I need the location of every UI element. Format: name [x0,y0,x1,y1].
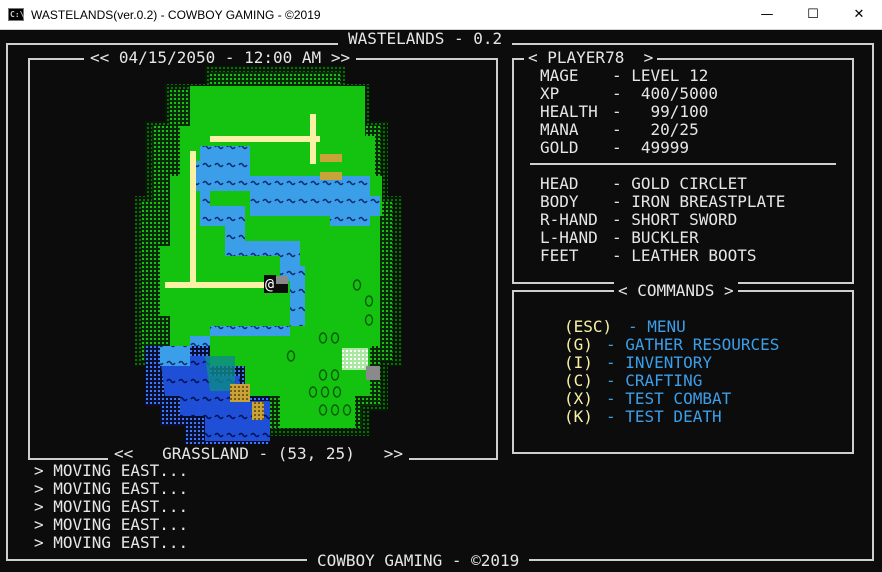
log-line: > MOVING EAST... [34,461,189,480]
equip-slot: L-HAND [540,228,598,247]
minimize-button[interactable]: — [744,0,790,30]
divider [530,163,836,165]
log-line: > MOVING EAST... [34,515,189,534]
equip-item: - SHORT SWORD [612,210,738,229]
stat-label: MAGE [540,66,579,85]
command-label: - GATHER RESOURCES [606,335,780,354]
player-header: < PLAYER78 > [524,49,658,67]
close-button[interactable]: ✕ [836,0,882,30]
commands-header: < COMMANDS > [614,282,738,300]
world-map[interactable]: @ [130,66,420,444]
command-label: - TEST DEATH [606,407,722,426]
log-line: > MOVING EAST... [34,533,189,552]
stat-label: XP [540,84,560,103]
command-key: (C) [564,371,593,390]
equip-item: - GOLD CIRCLET [612,174,747,193]
equip-item: - LEATHER BOOTS [612,246,757,265]
equip-slot: HEAD [540,174,579,193]
command-label: - MENU [628,317,686,336]
equip-slot: BODY [540,192,579,211]
equip-item: - BUCKLER [612,228,699,247]
footer-credit: COWBOY GAMING - ©2019 [307,552,530,570]
console-icon: C:\ [8,8,25,21]
stat-value: - 49999 [612,138,690,157]
command-key: (G) [564,335,593,354]
stat-value: - 99/100 [612,102,709,121]
stat-value: - LEVEL 12 [612,66,709,85]
command-key: (K) [564,407,593,426]
command-key: (ESC) [564,317,613,336]
game-title: WASTELANDS - 0.2 [338,30,513,48]
log-line: > MOVING EAST... [34,479,189,498]
stat-value: - 20/25 [612,120,699,139]
console-window[interactable]: WASTELANDS - 0.2 COWBOY GAMING - ©2019 <… [0,30,882,572]
stat-label: GOLD [540,138,579,157]
window-title: WASTELANDS(ver.0.2) - COWBOY GAMING - ©2… [31,8,321,22]
stat-label: MANA [540,120,579,139]
command-label: - TEST COMBAT [606,389,732,408]
maximize-button[interactable]: ☐ [790,0,836,30]
equip-slot: FEET [540,246,579,265]
equip-item: - IRON BREASTPLATE [612,192,786,211]
player-marker: @ [265,275,274,293]
command-key: (I) [564,353,593,372]
window-title-bar[interactable]: C:\ WASTELANDS(ver.0.2) - COWBOY GAMING … [0,0,882,30]
command-label: - INVENTORY [606,353,712,372]
log-line: > MOVING EAST... [34,497,189,516]
command-key: (X) [564,389,593,408]
command-label: - CRAFTING [606,371,703,390]
stat-label: HEALTH [540,102,598,121]
equip-slot: R-HAND [540,210,598,229]
datetime-display: << 04/15/2050 - 12:00 AM >> [84,49,357,67]
stat-value: - 400/5000 [612,84,718,103]
